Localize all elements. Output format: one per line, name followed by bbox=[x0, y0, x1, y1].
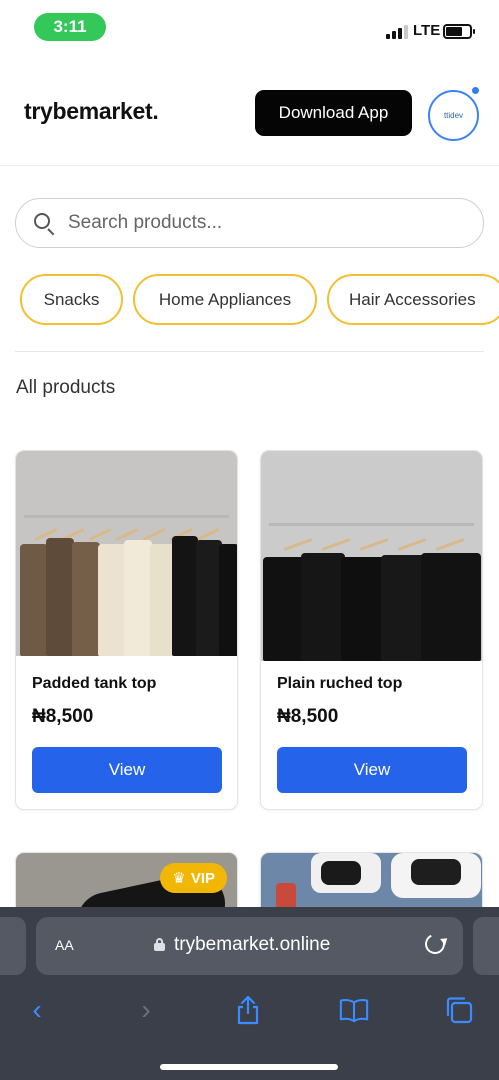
url-text[interactable]: trybemarket.online bbox=[174, 934, 330, 956]
download-app-button[interactable]: Download App bbox=[255, 90, 412, 136]
product-price: ₦8,500 bbox=[32, 706, 94, 727]
product-price: ₦8,500 bbox=[277, 706, 339, 727]
signal-icon bbox=[386, 25, 408, 39]
notification-dot bbox=[470, 85, 481, 96]
network-label: LTE bbox=[413, 22, 441, 39]
section-title: All products bbox=[16, 377, 116, 398]
search-icon bbox=[32, 211, 56, 236]
divider bbox=[15, 351, 484, 352]
view-button[interactable]: View bbox=[32, 747, 222, 793]
site-logo[interactable]: trybemarket. bbox=[24, 98, 159, 125]
search-bar[interactable] bbox=[15, 198, 484, 248]
status-time: 3:11 bbox=[34, 13, 106, 41]
reload-icon[interactable] bbox=[422, 931, 448, 957]
product-card[interactable]: Padded tank top ₦8,500 View bbox=[15, 450, 238, 810]
category-chips: Snacks Home Appliances Hair Accessories bbox=[0, 274, 499, 326]
vip-badge: ♛ VIP bbox=[160, 863, 227, 893]
site-header: trybemarket. Download App ttidev bbox=[0, 62, 499, 166]
battery-icon bbox=[443, 24, 475, 39]
chip-snacks[interactable]: Snacks bbox=[20, 274, 123, 325]
vip-label: VIP bbox=[190, 869, 215, 887]
view-button[interactable]: View bbox=[277, 747, 467, 793]
forward-icon[interactable]: › bbox=[131, 994, 161, 1025]
browser-toolbar: AA trybemarket.online ‹ › bbox=[0, 907, 499, 1080]
address-bar[interactable]: AA trybemarket.online bbox=[36, 917, 463, 975]
reader-options-button[interactable]: AA bbox=[55, 933, 74, 956]
lock-icon bbox=[154, 938, 165, 951]
product-image[interactable] bbox=[261, 451, 482, 661]
product-card[interactable]: Plain ruched top ₦8,500 View bbox=[260, 450, 483, 810]
avatar[interactable]: ttidev bbox=[428, 90, 479, 141]
tabs-icon[interactable] bbox=[444, 995, 474, 1025]
product-name: Padded tank top bbox=[32, 675, 157, 692]
product-name: Plain ruched top bbox=[277, 675, 403, 692]
product-image[interactable] bbox=[16, 451, 237, 656]
bookmarks-icon[interactable] bbox=[339, 995, 369, 1025]
home-indicator[interactable] bbox=[160, 1064, 338, 1070]
previous-tab-edge[interactable] bbox=[0, 917, 26, 975]
crown-icon: ♛ bbox=[172, 870, 186, 887]
next-tab-edge[interactable] bbox=[473, 917, 499, 975]
chip-hair-accessories[interactable]: Hair Accessories bbox=[327, 274, 499, 325]
logo-accent-circle bbox=[163, 95, 191, 123]
status-bar: 3:11 LTE bbox=[0, 0, 499, 56]
search-input[interactable] bbox=[68, 212, 448, 234]
back-icon[interactable]: ‹ bbox=[22, 994, 52, 1025]
share-icon[interactable] bbox=[233, 995, 263, 1025]
chip-home-appliances[interactable]: Home Appliances bbox=[133, 274, 317, 325]
